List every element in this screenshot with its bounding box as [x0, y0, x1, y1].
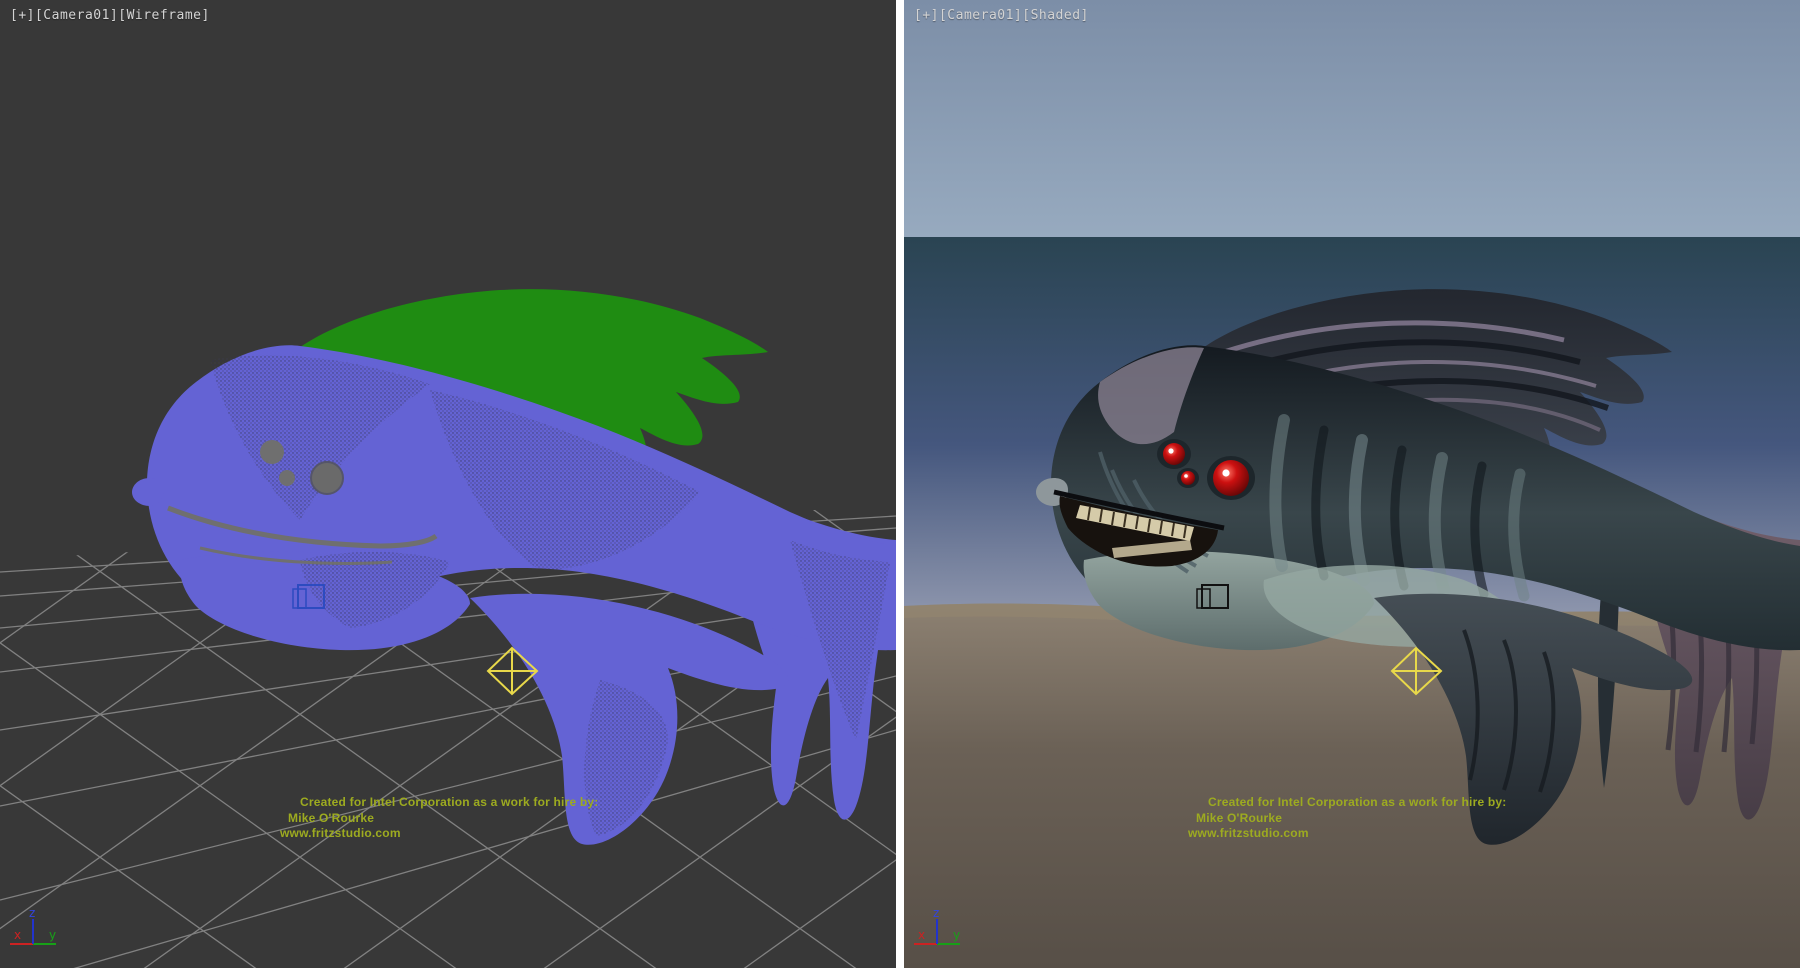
axis-x-label: x	[918, 928, 925, 942]
viewport-label-wireframe[interactable]: [+][Camera01][Wireframe]	[10, 8, 210, 23]
credit-line: www.fritzstudio.com	[280, 826, 598, 842]
eye-red	[1213, 460, 1249, 496]
axis-z-label: z	[29, 908, 35, 920]
axis-y-label: y	[49, 928, 56, 942]
axis-gizmo: x y z	[8, 908, 72, 960]
eye-red	[1163, 443, 1185, 465]
credit-text: Created for Intel Corporation as a work …	[280, 795, 598, 842]
credit-line: Created for Intel Corporation as a work …	[1188, 795, 1506, 811]
eye-spot	[260, 440, 284, 464]
credit-line: Mike O'Rourke	[1188, 811, 1506, 827]
viewport-wireframe[interactable]: [+][Camera01][Wireframe] Created for Int…	[0, 0, 896, 968]
axis-gizmo: x y z	[912, 908, 976, 960]
axis-y-label: y	[953, 928, 960, 942]
credit-text: Created for Intel Corporation as a work …	[1188, 795, 1506, 842]
axis-z-label: z	[933, 908, 939, 920]
credit-line: Mike O'Rourke	[280, 811, 598, 827]
viewport-label-shaded[interactable]: [+][Camera01][Shaded]	[914, 8, 1089, 23]
sky-upper	[904, 0, 1800, 237]
credit-line: Created for Intel Corporation as a work …	[280, 795, 598, 811]
credit-line: www.fritzstudio.com	[1188, 826, 1506, 842]
viewport-shaded[interactable]: [+][Camera01][Shaded] Created for Intel …	[904, 0, 1800, 968]
viewport-divider[interactable]	[896, 0, 904, 968]
eye-spot	[311, 462, 343, 494]
eye-red	[1181, 471, 1195, 485]
eye-spot	[279, 470, 295, 486]
axis-x-label: x	[14, 928, 21, 942]
fish-model-wireframe[interactable]	[132, 289, 896, 845]
